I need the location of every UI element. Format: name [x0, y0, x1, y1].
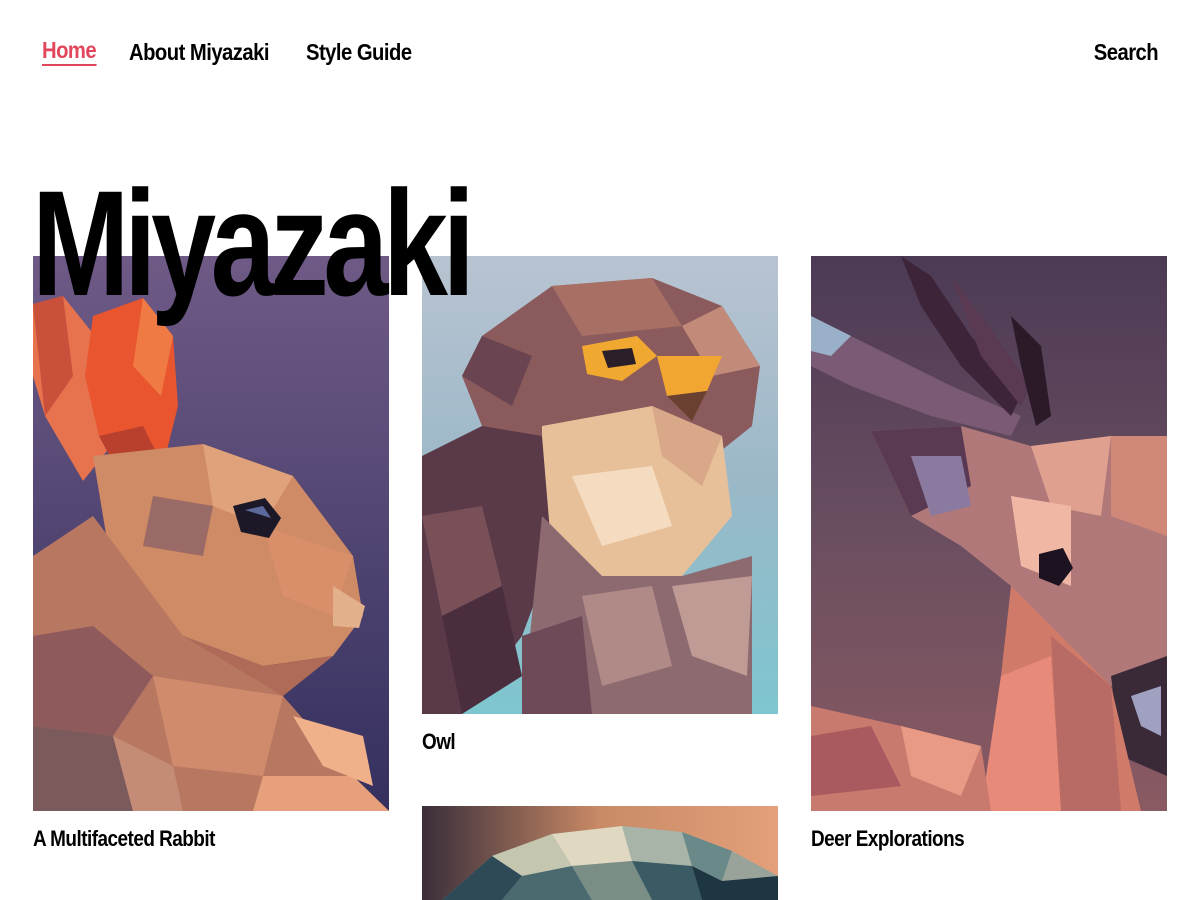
post-title-rabbit[interactable]: A Multifaceted Rabbit — [33, 825, 215, 853]
post-image-deer[interactable] — [811, 256, 1167, 811]
deer-illustration — [811, 256, 1167, 811]
post-image-mountain[interactable] — [422, 806, 778, 900]
search-link[interactable]: Search — [1094, 36, 1159, 68]
nav-style-guide-link[interactable]: Style Guide — [306, 36, 412, 68]
primary-nav: Home About Miyazaki Style Guide Search — [42, 36, 1159, 70]
owl-illustration — [422, 256, 778, 714]
mountain-illustration — [422, 806, 778, 900]
post-image-rabbit[interactable] — [33, 256, 389, 811]
site-title: Miyazaki — [32, 159, 475, 327]
post-image-owl[interactable] — [422, 256, 778, 714]
rabbit-illustration — [33, 256, 389, 811]
nav-home-link[interactable]: Home — [42, 36, 97, 66]
post-title-owl[interactable]: Owl — [422, 728, 456, 756]
nav-about-link[interactable]: About Miyazaki — [129, 36, 269, 68]
post-title-deer[interactable]: Deer Explorations — [811, 825, 965, 853]
